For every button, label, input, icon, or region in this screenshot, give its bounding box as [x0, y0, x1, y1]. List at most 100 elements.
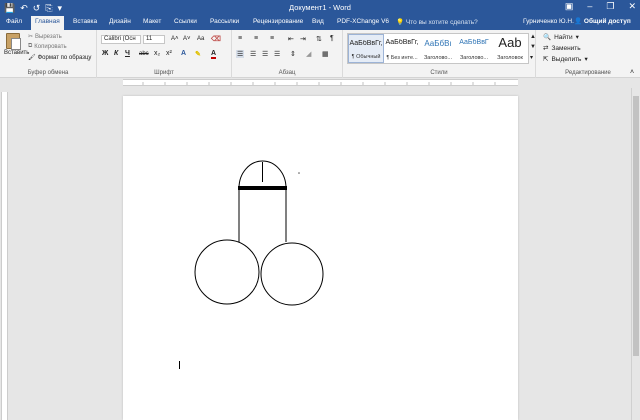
shrink-font-button[interactable]: A˅ [183, 36, 191, 42]
scissors-icon: ✂ [28, 34, 34, 40]
find-label: Найти [554, 33, 573, 41]
style-title[interactable]: Aab Заголовок [492, 34, 528, 63]
window-title: Документ1 - Word [289, 3, 351, 12]
vertical-scrollbar[interactable] [631, 88, 640, 420]
select-label: Выделить [551, 55, 582, 63]
numbering-icon[interactable]: ≡ [254, 35, 258, 42]
window-controls: ▣ – ❐ ✕ [565, 1, 636, 12]
select-button[interactable]: ⇱ Выделить ▾ [543, 55, 588, 64]
drawn-shapes[interactable] [123, 96, 518, 420]
subscript-button[interactable]: x₂ [154, 50, 160, 57]
line-spacing-icon[interactable]: ⇕ [290, 50, 296, 58]
user-name[interactable]: Гурниченко Ю.Н. [523, 18, 574, 25]
style-sample: Aab [498, 35, 522, 50]
style-name: ¶ Обычный [351, 54, 381, 60]
copy-button[interactable]: ⧉ Копировать [28, 43, 67, 50]
format-painter-label: Формат по образцу [37, 54, 92, 61]
scrollbar-thumb[interactable] [633, 96, 639, 356]
sort-icon[interactable]: ⇅ [316, 35, 322, 43]
format-painter-button[interactable]: 🖌 Формат по образцу [28, 54, 92, 62]
ribbon-tabs: Файл Главная Вставка Дизайн Макет Ссылки… [0, 16, 640, 30]
restore-icon[interactable]: ❐ [606, 1, 614, 12]
italic-button[interactable]: К [114, 50, 118, 57]
tab-file[interactable]: Файл [6, 18, 22, 25]
style-name: Заголовок [497, 55, 523, 61]
document-page[interactable] [123, 96, 518, 420]
strikethrough-button[interactable]: abc [139, 51, 149, 57]
find-icon: 🔍 [543, 34, 552, 41]
tab-home[interactable]: Главная [31, 16, 64, 30]
share-button[interactable]: 👤 Общий доступ [574, 17, 631, 25]
justify-icon[interactable]: ☰ [274, 50, 280, 58]
superscript-button[interactable]: x² [166, 50, 172, 57]
thick-band-shape [238, 186, 287, 190]
tab-view[interactable]: Вид [312, 18, 324, 25]
borders-icon[interactable]: ▦ [322, 50, 329, 58]
right-circle-shape [260, 242, 324, 306]
replace-icon: ⇄ [543, 45, 549, 52]
decrease-indent-icon[interactable]: ⇤ [288, 35, 294, 43]
user-icon: 👤 [574, 18, 583, 25]
grow-font-button[interactable]: A˄ [171, 36, 179, 42]
tab-review[interactable]: Рецензирование [253, 18, 303, 25]
close-icon[interactable]: ✕ [628, 1, 636, 12]
underline-button[interactable]: Ч [125, 50, 130, 57]
tab-layout[interactable]: Макет [143, 18, 161, 25]
chevron-down-icon: ▾ [584, 56, 588, 63]
minimize-icon[interactable]: – [587, 1, 592, 12]
clipboard-icon [6, 33, 21, 50]
align-left-icon[interactable]: ☰ [236, 50, 245, 58]
tab-insert[interactable]: Вставка [73, 18, 97, 25]
ribbon-display-icon[interactable]: ▣ [565, 1, 574, 12]
style-normal[interactable]: АаБбВвГг, ¶ Обычный [348, 34, 384, 63]
bullets-icon[interactable]: ≡ [238, 35, 242, 42]
vertical-ruler[interactable] [1, 92, 8, 420]
small-dot [298, 172, 300, 174]
tab-pdf-xchange[interactable]: PDF-XChange V6 [337, 18, 389, 25]
tell-me-search[interactable]: 💡 Что вы хотите сделать? [396, 18, 478, 26]
replace-button[interactable]: ⇄ Заменить [543, 44, 581, 53]
horizontal-ruler[interactable] [0, 78, 640, 88]
shading-icon[interactable]: ◢ [306, 50, 311, 58]
align-right-icon[interactable]: ☰ [262, 50, 268, 58]
text-effects-icon[interactable]: A [181, 50, 186, 57]
font-color-icon[interactable]: A [211, 50, 217, 59]
ruler-strip [123, 79, 518, 86]
style-name: Заголово... [423, 55, 453, 61]
style-sample: АаБбВвГг, [349, 40, 383, 47]
highlight-icon[interactable]: ✎ [195, 50, 201, 58]
title-bar: 💾 ↶ ↺ ⎘ ▾ Документ1 - Word ▣ – ❐ ✕ [0, 0, 640, 16]
change-case-button[interactable]: Aa [197, 36, 204, 42]
align-center-icon[interactable]: ☰ [250, 50, 256, 58]
font-size-select[interactable]: 11 [143, 35, 165, 44]
paragraph-group-label: Абзац [278, 70, 296, 76]
style-sample: АаБбВı [424, 39, 452, 48]
paragraph-group: ≡ ≡ ≡ ⇤ ⇥ ⇅ ¶ ☰ ☰ ☰ ☰ ⇕ ◢ ▦ Абзац [232, 30, 343, 78]
multilevel-list-icon[interactable]: ≡ [270, 35, 274, 42]
tab-design[interactable]: Дизайн [109, 18, 131, 25]
styles-group-label: Стили [430, 70, 448, 76]
style-no-spacing[interactable]: АаБбВвГг, ¶ Без инте... [384, 34, 420, 63]
clear-format-icon[interactable]: ⌫ [211, 35, 221, 43]
style-heading-2[interactable]: АаБбВвГ Заголово... [456, 34, 492, 63]
increase-indent-icon[interactable]: ⇥ [300, 35, 306, 43]
bold-button[interactable]: Ж [102, 50, 108, 57]
find-button[interactable]: 🔍 Найти ▾ [543, 33, 579, 42]
paste-label: Вставить [4, 50, 30, 56]
style-name: Заголово... [459, 55, 489, 61]
paste-button[interactable]: Вставить [4, 33, 30, 56]
clipboard-group-label: Буфер обмена [27, 70, 69, 76]
cut-button[interactable]: ✂ Вырезать [28, 33, 62, 41]
clipboard-group: Вставить ✂ Вырезать ⧉ Копировать 🖌 Формат п… [0, 30, 97, 78]
select-icon: ⇱ [543, 56, 549, 63]
copy-label: Копировать [34, 43, 67, 50]
collapse-ribbon-icon[interactable]: ˄ [630, 69, 634, 76]
replace-label: Заменить [551, 44, 581, 52]
tab-references[interactable]: Ссылки [174, 18, 197, 25]
show-marks-button[interactable]: ¶ [330, 35, 334, 42]
gallery-more-icon[interactable]: ▾ [530, 54, 533, 61]
font-name-select[interactable]: Calibri (Осн [101, 35, 141, 44]
tab-mailings[interactable]: Рассылки [210, 18, 239, 25]
editing-group-label: Редактирование [565, 70, 611, 76]
style-heading-1[interactable]: АаБбВı Заголово... [420, 34, 456, 63]
